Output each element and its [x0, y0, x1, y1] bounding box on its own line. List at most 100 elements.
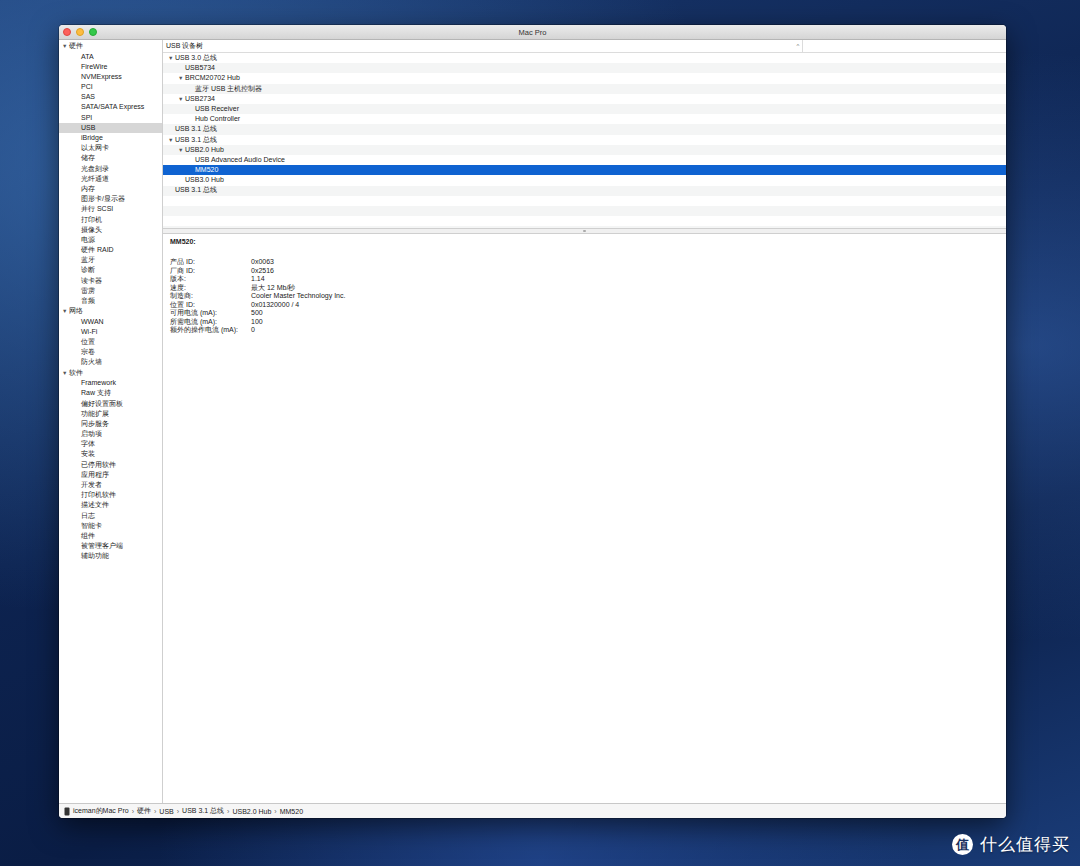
sidebar-section[interactable]: ▼网络: [59, 306, 162, 317]
path-crumb[interactable]: iceman的Mac Pro: [73, 806, 129, 816]
tree-label: USB Receiver: [195, 104, 239, 114]
sidebar-item[interactable]: 储存: [59, 153, 162, 163]
disclosure-icon[interactable]: ▼: [178, 145, 185, 155]
sidebar-item[interactable]: 并行 SCSI: [59, 204, 162, 214]
sidebar-item[interactable]: USB: [59, 123, 162, 133]
sidebar-item[interactable]: ATA: [59, 52, 162, 62]
sidebar-item[interactable]: 被管理客户端: [59, 541, 162, 551]
tree-label: USB 3.0 总线: [175, 53, 217, 63]
sidebar-item[interactable]: 描述文件: [59, 500, 162, 510]
sidebar-item[interactable]: 功能扩展: [59, 409, 162, 419]
sidebar-item[interactable]: 摄像头: [59, 225, 162, 235]
sidebar-section[interactable]: ▼软件: [59, 368, 162, 379]
disclosure-icon[interactable]: ▼: [178, 73, 185, 83]
detail-fields: 产品 ID:0x0063厂商 ID:0x2516版本:1.14速度:最大 12 …: [170, 258, 999, 335]
sidebar-item[interactable]: PCI: [59, 82, 162, 92]
sidebar-item[interactable]: 硬件 RAID: [59, 245, 162, 255]
tree-row[interactable]: ▼USB2.0 Hub: [163, 145, 1006, 155]
sort-indicator-icon[interactable]: ^: [794, 43, 802, 49]
disclosure-icon[interactable]: ▼: [62, 41, 69, 52]
sidebar-item[interactable]: 组件: [59, 531, 162, 541]
tree-row[interactable]: USB3.0 Hub: [163, 175, 1006, 185]
disclosure-icon[interactable]: ▼: [62, 306, 69, 317]
split-divider[interactable]: [163, 228, 1006, 234]
tree-row[interactable]: USB5734: [163, 63, 1006, 73]
sidebar-item[interactable]: 同步服务: [59, 419, 162, 429]
path-crumb[interactable]: MM520: [280, 808, 303, 815]
sidebar-item[interactable]: 蓝牙: [59, 255, 162, 265]
sidebar-item[interactable]: 光盘刻录: [59, 164, 162, 174]
tree-row[interactable]: USB Advanced Audio Device: [163, 155, 1006, 165]
window-body: ▼硬件ATAFireWireNVMExpressPCISASSATA/SATA …: [59, 40, 1006, 803]
field-key: 速度:: [170, 284, 251, 293]
sidebar-item[interactable]: 应用程序: [59, 470, 162, 480]
tree-row[interactable]: USB Receiver: [163, 104, 1006, 114]
sidebar-item[interactable]: 诊断: [59, 265, 162, 275]
tree-row[interactable]: ▼BRCM20702 Hub: [163, 73, 1006, 83]
path-separator: ›: [177, 808, 179, 815]
tree-label: USB2.0 Hub: [185, 145, 224, 155]
path-crumb[interactable]: USB2.0 Hub: [232, 808, 271, 815]
sidebar-item[interactable]: 日志: [59, 511, 162, 521]
sidebar-item[interactable]: SPI: [59, 113, 162, 123]
sidebar-item[interactable]: 内存: [59, 184, 162, 194]
sidebar-item[interactable]: 打印机软件: [59, 490, 162, 500]
disclosure-icon[interactable]: ▼: [168, 135, 175, 145]
sidebar-item[interactable]: 图形卡/显示器: [59, 194, 162, 204]
sidebar-item[interactable]: Framework: [59, 378, 162, 388]
path-crumb[interactable]: USB 3.1 总线: [182, 806, 224, 816]
sidebar-item[interactable]: Wi-Fi: [59, 327, 162, 337]
tree-row[interactable]: ▼USB 3.1 总线: [163, 135, 1006, 145]
minimize-button-icon[interactable]: [76, 28, 84, 36]
sidebar-item[interactable]: 音频: [59, 296, 162, 306]
sidebar-item[interactable]: 字体: [59, 439, 162, 449]
sidebar-item[interactable]: 智能卡: [59, 521, 162, 531]
tree-label: USB2734: [185, 94, 215, 104]
sidebar-item[interactable]: 启动项: [59, 429, 162, 439]
sidebar-item[interactable]: 雷雳: [59, 286, 162, 296]
sidebar-item[interactable]: 辅助功能: [59, 551, 162, 561]
field-key: 位置 ID:: [170, 301, 251, 310]
close-button-icon[interactable]: [63, 28, 71, 36]
tree-row[interactable]: 蓝牙 USB 主机控制器: [163, 84, 1006, 94]
sidebar-item[interactable]: 偏好设置面板: [59, 399, 162, 409]
sidebar-item[interactable]: SATA/SATA Express: [59, 102, 162, 112]
title-bar: Mac Pro: [59, 25, 1006, 40]
sidebar-item[interactable]: 读卡器: [59, 276, 162, 286]
tree-row[interactable]: Hub Controller: [163, 114, 1006, 124]
sidebar-section[interactable]: ▼硬件: [59, 41, 162, 52]
sidebar-item[interactable]: NVMExpress: [59, 72, 162, 82]
sidebar-item[interactable]: 安装: [59, 449, 162, 459]
sidebar-item[interactable]: 打印机: [59, 215, 162, 225]
tree-row[interactable]: USB 3.1 总线: [163, 124, 1006, 134]
sidebar-item[interactable]: WWAN: [59, 317, 162, 327]
path-crumb[interactable]: USB: [159, 808, 173, 815]
sidebar-item[interactable]: 以太网卡: [59, 143, 162, 153]
split-handle-icon[interactable]: [583, 230, 586, 232]
sidebar-item[interactable]: 防火墙: [59, 357, 162, 367]
disclosure-icon[interactable]: ▼: [62, 368, 69, 379]
sidebar-item[interactable]: Raw 支持: [59, 388, 162, 398]
window-title: Mac Pro: [519, 28, 547, 37]
field-value: Cooler Master Technology Inc.: [251, 292, 999, 301]
disclosure-icon[interactable]: ▼: [168, 53, 175, 63]
sidebar-item[interactable]: 开发者: [59, 480, 162, 490]
sidebar-item[interactable]: 位置: [59, 337, 162, 347]
sidebar-item[interactable]: 光纤通道: [59, 174, 162, 184]
sidebar-item[interactable]: 宗卷: [59, 347, 162, 357]
zoom-button-icon[interactable]: [89, 28, 97, 36]
sidebar-item[interactable]: FireWire: [59, 62, 162, 72]
disclosure-icon[interactable]: ▼: [178, 94, 185, 104]
tree-row[interactable]: ▼USB2734: [163, 94, 1006, 104]
sidebar-item[interactable]: SAS: [59, 92, 162, 102]
tree-row[interactable]: USB 3.1 总线: [163, 185, 1006, 195]
sidebar-item[interactable]: 已停用软件: [59, 460, 162, 470]
field-key: 制造商:: [170, 292, 251, 301]
column-header[interactable]: USB 设备树^: [163, 40, 1006, 53]
sidebar-item[interactable]: iBridge: [59, 133, 162, 143]
tree-row[interactable]: ▼USB 3.0 总线: [163, 53, 1006, 63]
tree-row[interactable]: MM520: [163, 165, 1006, 175]
sidebar-item[interactable]: 电源: [59, 235, 162, 245]
path-crumb[interactable]: 硬件: [137, 806, 151, 816]
path-bar: iceman的Mac Pro›硬件›USB›USB 3.1 总线›USB2.0 …: [59, 803, 1006, 818]
